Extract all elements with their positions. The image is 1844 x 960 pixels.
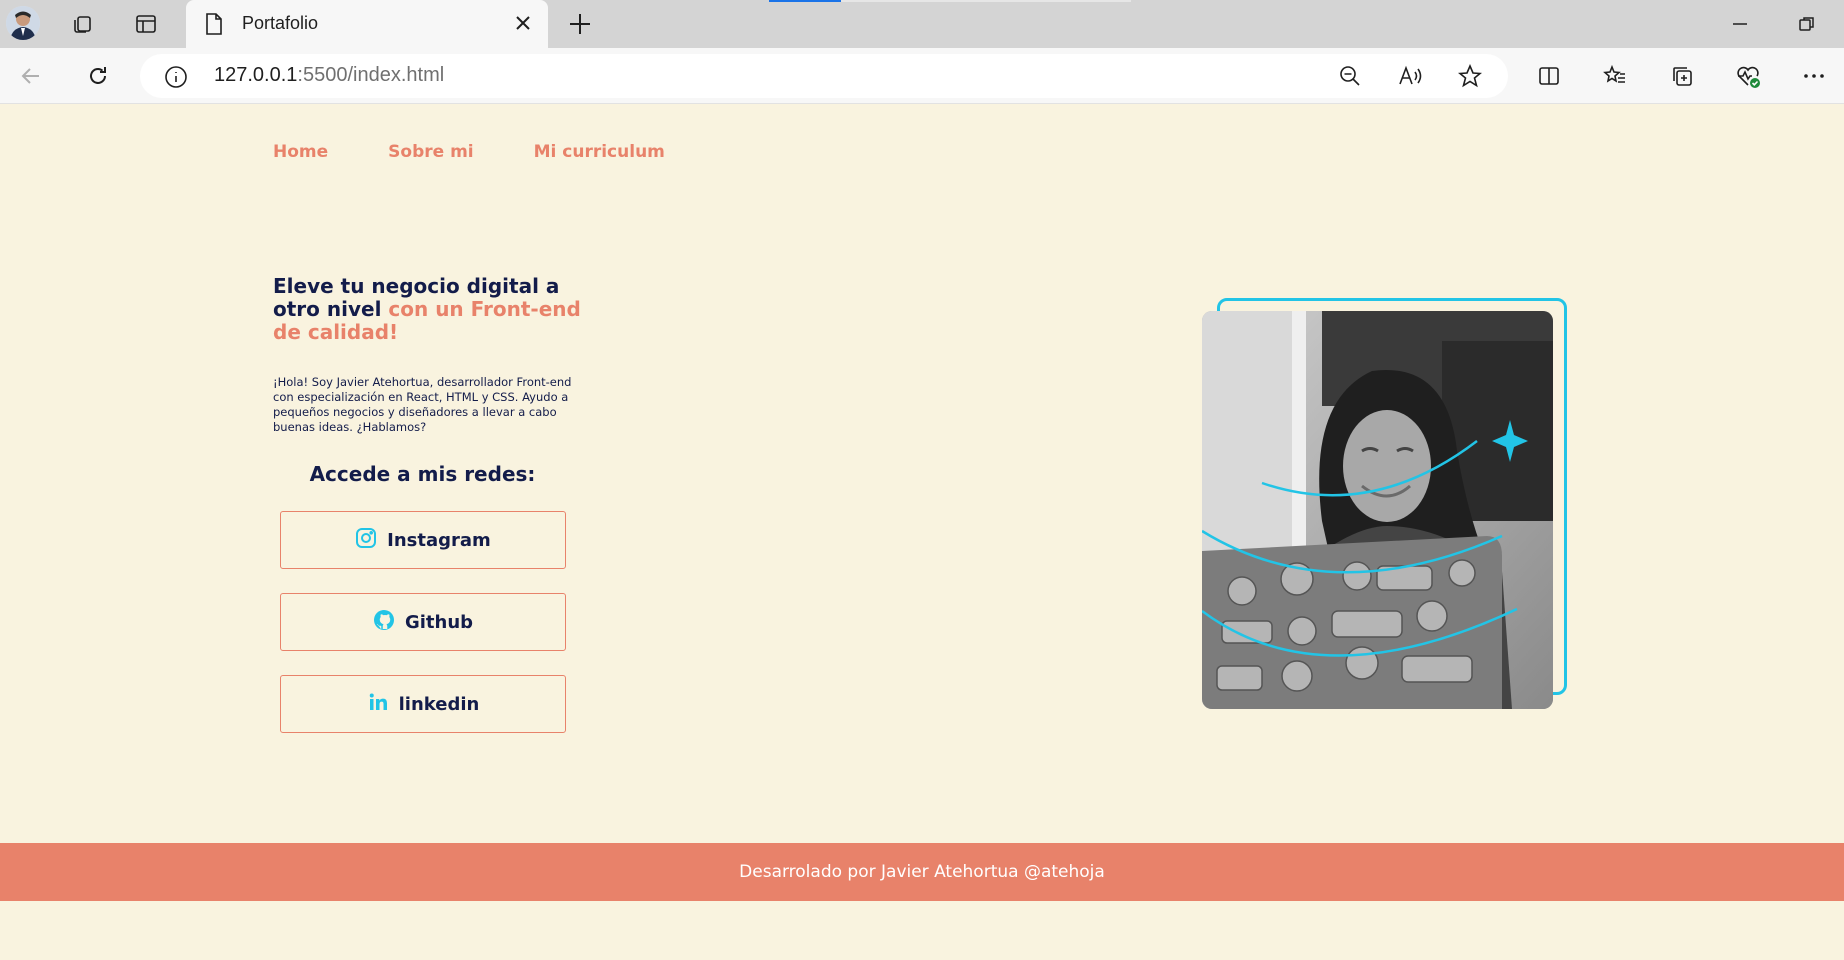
browser-essentials-icon[interactable] <box>1734 62 1762 90</box>
github-label: Github <box>404 611 474 633</box>
profile-avatar[interactable] <box>6 6 40 40</box>
loading-track <box>841 0 1131 2</box>
collections-icon[interactable] <box>1668 62 1696 90</box>
minimize-icon[interactable] <box>1726 10 1754 38</box>
read-aloud-icon[interactable] <box>1398 64 1424 93</box>
page-body: Home Sobre mi Mi curriculum Eleve tu neg… <box>0 105 1844 960</box>
favorites-icon[interactable] <box>1601 62 1629 90</box>
instagram-icon <box>355 527 377 554</box>
more-icon[interactable] <box>1800 62 1828 90</box>
workspaces-icon[interactable] <box>68 10 96 38</box>
linkedin-icon <box>367 691 389 718</box>
footer-text: Desarrolado por Javier Atehortua @atehoj… <box>739 862 1105 882</box>
zoom-out-icon[interactable] <box>1338 64 1362 93</box>
vertical-tabs-icon[interactable] <box>132 10 160 38</box>
instagram-label: Instagram <box>387 529 491 551</box>
back-icon[interactable] <box>17 62 45 90</box>
footer: Desarrolado por Javier Atehortua @atehoj… <box>0 843 1844 901</box>
info-icon[interactable] <box>164 65 188 94</box>
main-nav: Home Sobre mi Mi curriculum <box>273 142 665 162</box>
nav-home[interactable]: Home <box>273 142 328 162</box>
nav-about[interactable]: Sobre mi <box>388 142 473 162</box>
github-button[interactable]: Github <box>280 593 566 651</box>
hero-intro: ¡Hola! Soy Javier Atehortua, desarrollad… <box>273 375 572 434</box>
refresh-icon[interactable] <box>84 62 112 90</box>
address-bar: 127.0.0.1:5500/index.html <box>0 48 1844 104</box>
instagram-button[interactable]: Instagram <box>280 511 566 569</box>
url-text: 127.0.0.1:5500/index.html <box>214 64 445 86</box>
favorite-icon[interactable] <box>1457 63 1483 93</box>
page-icon <box>204 12 224 41</box>
active-tab[interactable]: Portafolio <box>186 0 548 48</box>
linkedin-button[interactable]: linkedin <box>280 675 566 733</box>
close-icon[interactable] <box>512 12 534 39</box>
url-field[interactable]: 127.0.0.1:5500/index.html <box>140 54 1508 98</box>
nav-curriculum[interactable]: Mi curriculum <box>534 142 665 162</box>
linkedin-label: linkedin <box>398 693 480 715</box>
split-screen-icon[interactable] <box>1535 62 1563 90</box>
hero-headline: Eleve tu negocio digital a otro nivel co… <box>273 275 593 344</box>
tab-title: Portafolio <box>242 13 319 33</box>
restore-icon[interactable] <box>1793 10 1821 38</box>
loading-indicator <box>769 0 841 2</box>
github-icon <box>373 609 395 636</box>
new-tab-icon[interactable] <box>566 10 594 38</box>
browser-tab-bar: Portafolio <box>0 0 1844 48</box>
social-title: Accede a mis redes: <box>309 462 536 486</box>
hero-photo <box>1202 311 1553 709</box>
